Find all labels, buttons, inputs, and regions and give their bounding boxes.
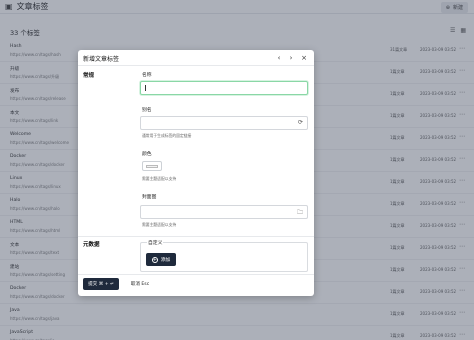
cover-input[interactable]: 🗀 — [140, 205, 308, 219]
alias-input[interactable]: ⟳ — [140, 116, 308, 130]
section-general: 常规 — [83, 73, 95, 79]
color-picker[interactable] — [142, 161, 162, 171]
name-label: 名称 — [142, 73, 152, 78]
color-help: 需要主题适配以支持 — [142, 176, 177, 181]
add-label: 添加 — [160, 258, 171, 263]
name-input[interactable] — [140, 81, 308, 95]
prev-icon[interactable]: ‹ — [274, 53, 284, 63]
plus-icon: + — [151, 256, 158, 263]
refresh-icon[interactable]: ⟳ — [298, 119, 303, 126]
alias-label: 别名 — [142, 108, 152, 113]
new-tag-modal: 新增文章标签 ‹ › × 常规 名称 别名 ⟳ 通常用于生成标签的固定链接 颜色… — [78, 50, 314, 296]
footer-divider — [78, 274, 314, 275]
alias-help: 通常用于生成标签的固定链接 — [142, 133, 192, 138]
custom-label: 自定义 — [147, 239, 164, 246]
close-icon[interactable]: × — [299, 53, 309, 63]
cover-help: 需要主题适配以支持 — [142, 222, 177, 227]
submit-button[interactable]: 提交 ⌘ + ↵ — [83, 278, 119, 290]
next-icon[interactable]: › — [286, 53, 296, 63]
section-metadata: 元数据 — [83, 242, 100, 248]
section-divider — [78, 236, 314, 237]
cover-label: 封面图 — [142, 195, 157, 200]
modal-title: 新增文章标签 — [83, 56, 120, 63]
folder-icon[interactable]: 🗀 — [297, 208, 303, 218]
add-metadata-button[interactable]: + 添加 — [146, 253, 176, 266]
modal-header: 新增文章标签 ‹ › × — [78, 50, 314, 66]
text-caret — [145, 85, 146, 91]
color-label: 颜色 — [142, 152, 152, 157]
cancel-button[interactable]: 取消 Esc — [125, 278, 155, 290]
modal-footer: 提交 ⌘ + ↵ 取消 Esc — [78, 278, 314, 296]
